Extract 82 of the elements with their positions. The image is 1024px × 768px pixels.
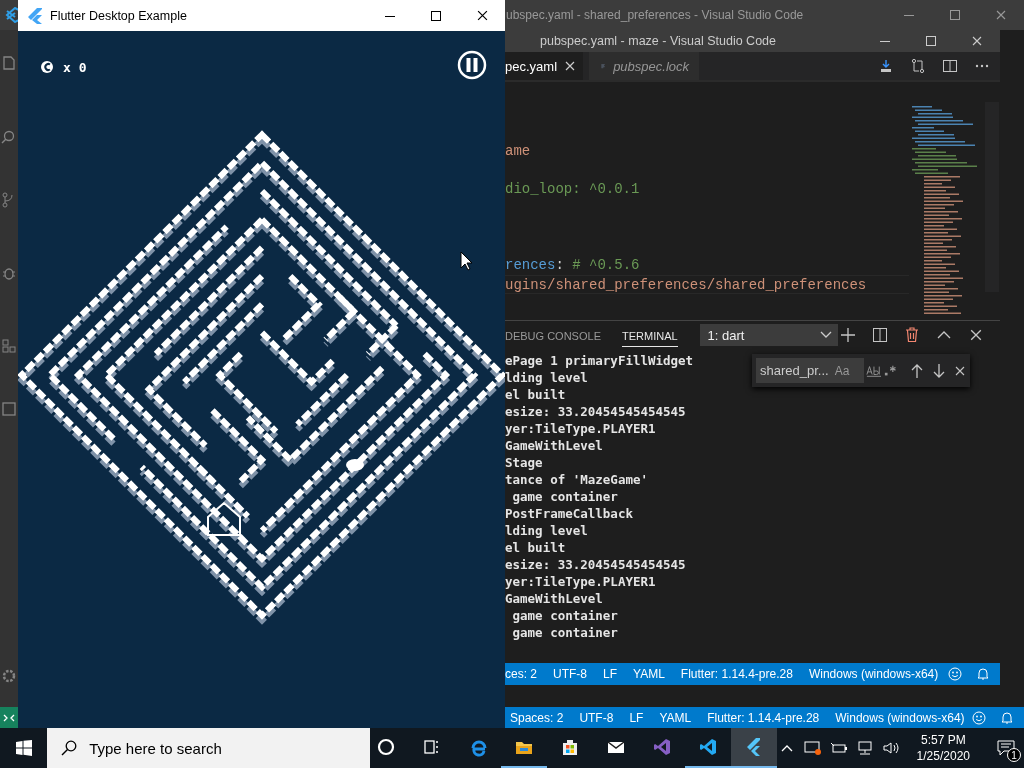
status-item[interactable]: LF (603, 667, 618, 681)
status-item[interactable]: Windows (windows-x64) (835, 710, 965, 725)
chevron-logo-icon[interactable] (730, 728, 777, 768)
smiley-icon (948, 667, 962, 681)
monitor-icon[interactable] (803, 740, 822, 756)
square-icon (0, 400, 18, 418)
status-item[interactable]: UTF-8 (553, 667, 587, 681)
bell-icon (976, 667, 990, 681)
terminal-line: GameWithLevel (505, 590, 603, 607)
find-field[interactable]: shared_pr... Aa (756, 358, 865, 383)
search-field[interactable]: Type here to search (47, 728, 370, 768)
trash-icon[interactable] (905, 327, 919, 343)
plus-icon[interactable] (840, 327, 856, 343)
arrow-down-icon[interactable] (932, 362, 945, 379)
status-item[interactable]: LF (629, 710, 644, 725)
terminal-line: yer:TileType.PLAYER1 (505, 420, 656, 437)
split-editor-icon[interactable] (942, 58, 958, 74)
smiley-icon (972, 710, 986, 725)
terminal-line: yer:TileType.PLAYER1 (505, 573, 656, 590)
terminal-line: GameWithLevel (505, 437, 603, 454)
remote-button[interactable] (0, 707, 18, 728)
coin-count: x 0 (63, 59, 87, 75)
terminal-line: game container (511, 488, 618, 505)
speaker-icon[interactable] (881, 740, 900, 756)
editor-tab[interactable]: pec.yaml (505, 52, 584, 80)
maximize-icon[interactable] (431, 10, 441, 21)
panel-tab[interactable]: TERMINAL (621, 323, 678, 347)
coin-icon (40, 59, 54, 75)
status-item[interactable]: ces: 2 (505, 667, 537, 681)
files-icon (0, 55, 18, 73)
code-line: rences: # ^0.5.6 (505, 256, 641, 275)
window-title: ubspec.yaml - shared_preferences - Visual Studio Code (506, 8, 804, 22)
code-line: ame (505, 142, 532, 161)
status-item[interactable]: Windows (windows-x64) (808, 667, 939, 681)
status-item[interactable]: Spaces: 2 (510, 710, 564, 725)
chevron-down-icon (820, 331, 832, 339)
terminal-line: tance of 'MazeGame' (505, 471, 648, 488)
clock[interactable]: 5:57 PM 1/25/2020 (916, 732, 970, 764)
status-item[interactable]: YAML (659, 710, 692, 725)
terminal-line: game container (511, 624, 618, 641)
terminal-line: Stage (505, 454, 543, 471)
notification-badge: 1 (1007, 748, 1021, 762)
code-line: dio_loop: ^0.0.1 (505, 180, 641, 199)
terminal-line: game container (511, 607, 618, 624)
terminal-line: lding level (505, 369, 588, 386)
terminal-line: esize: 33.20454545454545 (505, 556, 686, 573)
window-title: Flutter Desktop Example (50, 8, 187, 23)
terminal-line: ePage 1 primaryFillWidget (505, 352, 694, 369)
remote-icon[interactable] (3, 712, 15, 723)
network-icon[interactable] (855, 740, 874, 756)
flutter-logo-icon (28, 7, 42, 24)
bell-icon (1000, 710, 1014, 725)
terminal-line: esize: 33.20454545454545 (505, 403, 686, 420)
status-item[interactable]: Flutter: 1.14.4-pre.28 (707, 710, 820, 725)
whole-word-icon[interactable] (866, 363, 883, 378)
cursor-icon (460, 251, 472, 271)
terminal-dropdown[interactable]: 1: dart (699, 324, 838, 346)
close-icon (565, 61, 576, 71)
search-icon (61, 740, 78, 756)
compare-icon[interactable] (910, 58, 926, 74)
terminal-line: PostFrameCallback (505, 505, 633, 522)
app-logo-icon (4, 7, 20, 23)
terminal-line: el built (505, 539, 566, 556)
panel-tab[interactable]: DEBUG CONSOLE (505, 324, 601, 346)
windows-logo-icon[interactable] (15, 740, 32, 756)
extensions-icon (0, 337, 18, 355)
close-icon[interactable] (476, 10, 488, 21)
download-icon[interactable] (878, 58, 894, 74)
regex-icon[interactable] (884, 363, 897, 378)
settings-icon (0, 667, 18, 685)
terminal-line: lding level (505, 522, 588, 539)
battery-icon[interactable] (829, 741, 848, 755)
code-line: ugins/shared_preferences/shared_preferences (505, 275, 909, 294)
chevron-up-icon[interactable] (937, 330, 951, 340)
status-item[interactable]: Flutter: 1.14.4-pre.28 (680, 667, 793, 681)
editor-tab[interactable]: pubspec.lock (589, 52, 700, 80)
terminal-line: el built (505, 386, 566, 403)
window-title: pubspec.yaml - maze - Visual Studio Code (540, 34, 776, 48)
split-terminal-icon[interactable] (872, 327, 888, 343)
status-item[interactable]: UTF-8 (579, 710, 614, 725)
arrow-up-icon[interactable] (911, 362, 924, 379)
status-item[interactable]: YAML (633, 667, 665, 681)
